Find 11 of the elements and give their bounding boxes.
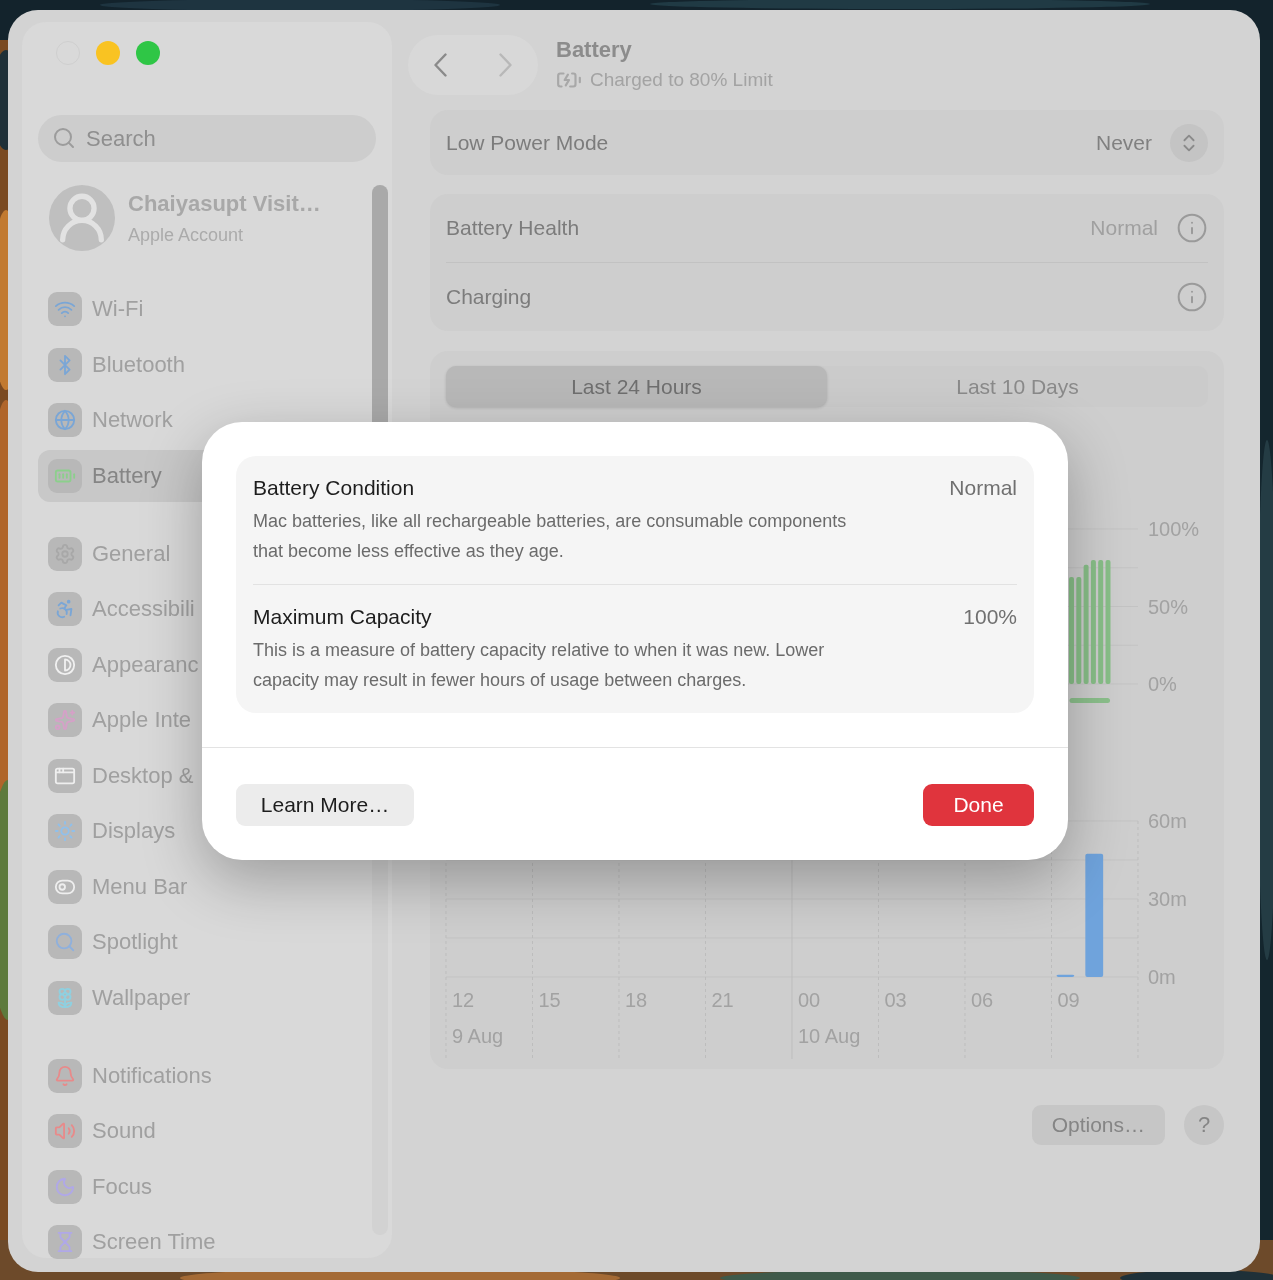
section-value: Normal xyxy=(949,476,1017,500)
section-title: Maximum Capacity xyxy=(253,605,432,629)
setting-label: Low Power Mode xyxy=(446,130,610,155)
section-description: Mac batteries, like all rechargeable batteries, are consumable components that become less effective as they age. xyxy=(253,510,848,563)
setting-value: Never xyxy=(1095,130,1152,155)
page-title: Battery xyxy=(556,37,633,63)
section-value: 100% xyxy=(963,605,1017,629)
setting-label: Charging xyxy=(446,285,533,309)
section-description: This is a measure of battery capacity relative to when it was new. Lower capacity may result in fewer hours of usage between charges. xyxy=(253,639,826,692)
setting-label: Battery Health xyxy=(446,216,581,240)
section-title: Battery Condition xyxy=(253,476,415,500)
